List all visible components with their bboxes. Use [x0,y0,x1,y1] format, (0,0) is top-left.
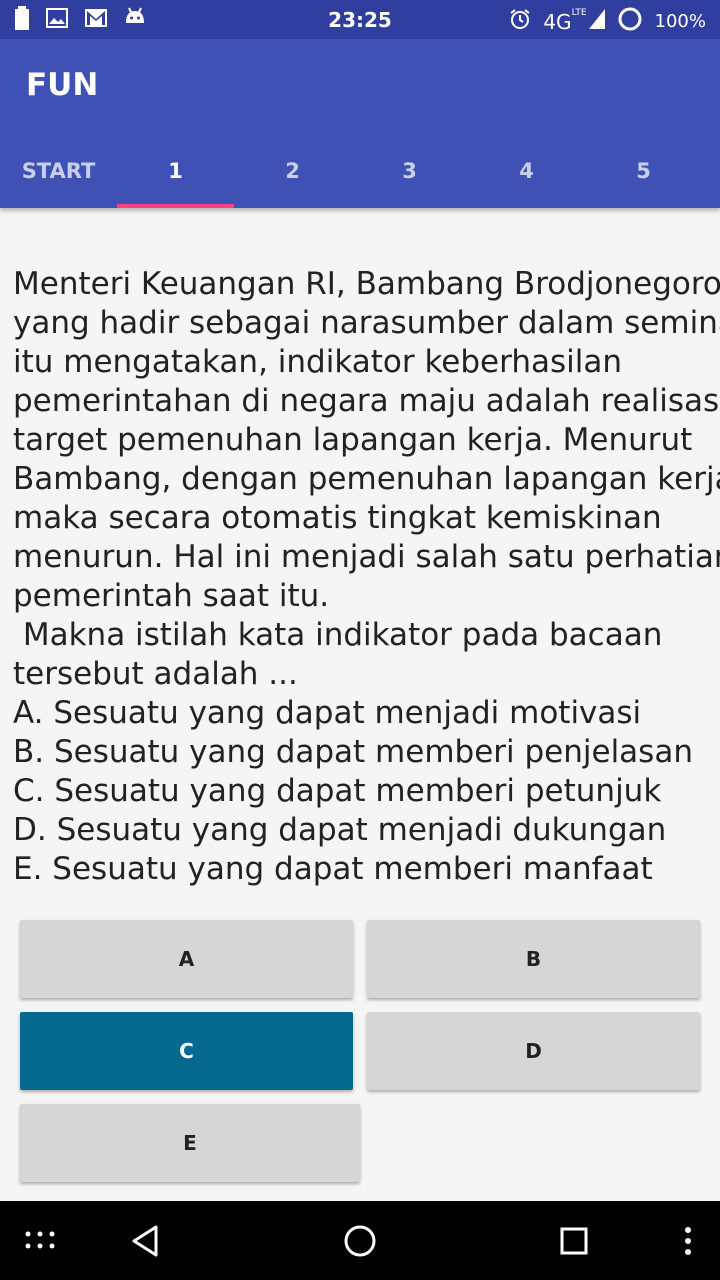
question-line: Menteri Keuangan RI, Bambang Brodjonegor… [13,266,720,302]
apps-grid-icon[interactable] [10,1201,70,1280]
answer-b-button[interactable]: B [367,920,700,998]
signal-icon [588,9,605,34]
question-line: pemerintahan di negara maju adalah reali… [13,383,720,419]
battery-level: 100% [654,11,706,32]
status-bar: 23:25 4GLTE 100% [0,0,720,39]
tab-5[interactable]: 5 [585,133,702,208]
navigation-bar [0,1201,720,1280]
home-icon[interactable] [330,1201,390,1280]
question-text: Menteri Keuangan RI, Bambang Brodjonegor… [13,265,720,889]
status-right-icons: 4GLTE 100% [509,6,706,37]
network-type: 4GLTE [543,7,587,34]
answer-c-button[interactable]: C [20,1012,353,1090]
tab-1[interactable]: 1 [117,133,234,208]
recents-icon[interactable] [544,1201,604,1280]
question-line: yang hadir sebagai narasumber dalam semi… [13,305,720,341]
question-prompt-line: tersebut adalah ... [13,656,298,692]
option-b-text: B. Sesuatu yang dapat memberi penjelasan [13,734,693,770]
app-title: FUN [26,67,99,103]
question-line: menurun. Hal ini menjadi salah satu perh… [13,539,720,575]
network-lte-label: LTE [571,7,587,18]
option-d-text: D. Sesuatu yang dapat menjadi dukungan [13,812,667,848]
question-line: pemerintah saat itu. [13,578,330,614]
answer-d-button[interactable]: D [367,1012,700,1090]
option-e-text: E. Sesuatu yang dapat memberi manfaat [13,851,653,887]
alarm-icon [509,8,531,35]
question-prompt-line: Makna istilah kata indikator pada bacaan [13,617,663,653]
tab-2[interactable]: 2 [234,133,351,208]
more-icon[interactable] [668,1201,708,1280]
option-a-text: A. Sesuatu yang dapat menjadi motivasi [13,695,642,731]
question-line: target pemenuhan lapangan kerja. Menurut [13,422,693,458]
circle-icon [617,6,643,37]
answer-e-button[interactable]: E [20,1104,360,1182]
option-c-text: C. Sesuatu yang dapat memberi petunjuk [13,773,662,809]
question-line: itu mengatakan, indikator keberhasilan [13,344,622,380]
question-line: maka secara otomatis tingkat kemiskinan [13,500,662,536]
back-icon[interactable] [115,1201,175,1280]
tab-start[interactable]: START [0,133,117,208]
tab-3[interactable]: 3 [351,133,468,208]
app-bar: FUN START 1 2 3 4 5 [0,39,720,208]
tab-4[interactable]: 4 [468,133,585,208]
answer-a-button[interactable]: A [20,920,353,998]
question-line: Bambang, dengan pemenuhan lapangan kerja [13,461,720,497]
tab-bar: START 1 2 3 4 5 [0,133,720,208]
